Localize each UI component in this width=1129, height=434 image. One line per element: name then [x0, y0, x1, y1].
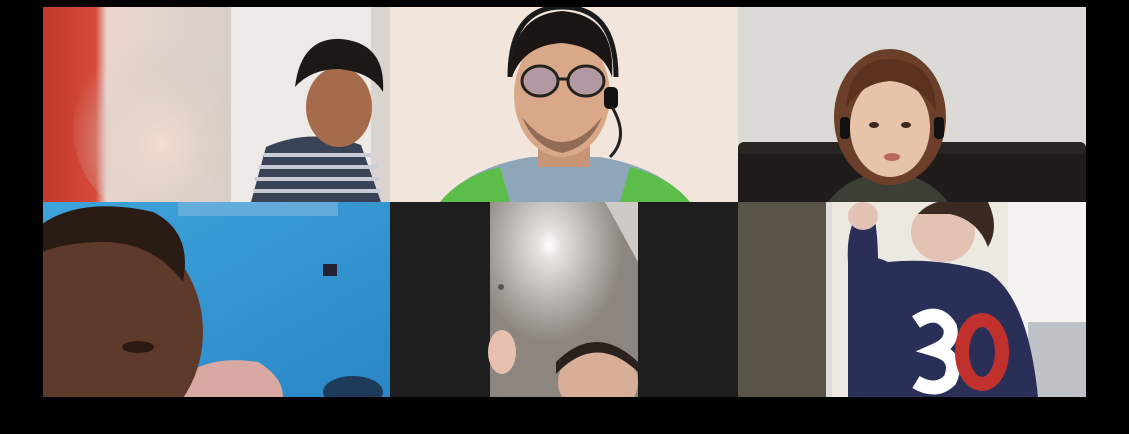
video-feed — [738, 202, 1086, 397]
video-feed — [390, 7, 738, 202]
video-feed — [231, 7, 390, 202]
video-tile[interactable] — [390, 7, 738, 202]
video-gallery — [0, 0, 1129, 434]
video-tile[interactable] — [43, 7, 231, 202]
video-feed — [390, 202, 738, 397]
video-feed — [43, 7, 231, 202]
video-tile[interactable] — [738, 7, 1086, 202]
video-feed — [43, 202, 390, 397]
video-tile[interactable] — [738, 202, 1086, 397]
video-tile[interactable] — [43, 202, 390, 397]
video-feed — [738, 7, 1086, 202]
video-tile[interactable] — [390, 202, 738, 397]
video-tile[interactable] — [231, 7, 390, 202]
